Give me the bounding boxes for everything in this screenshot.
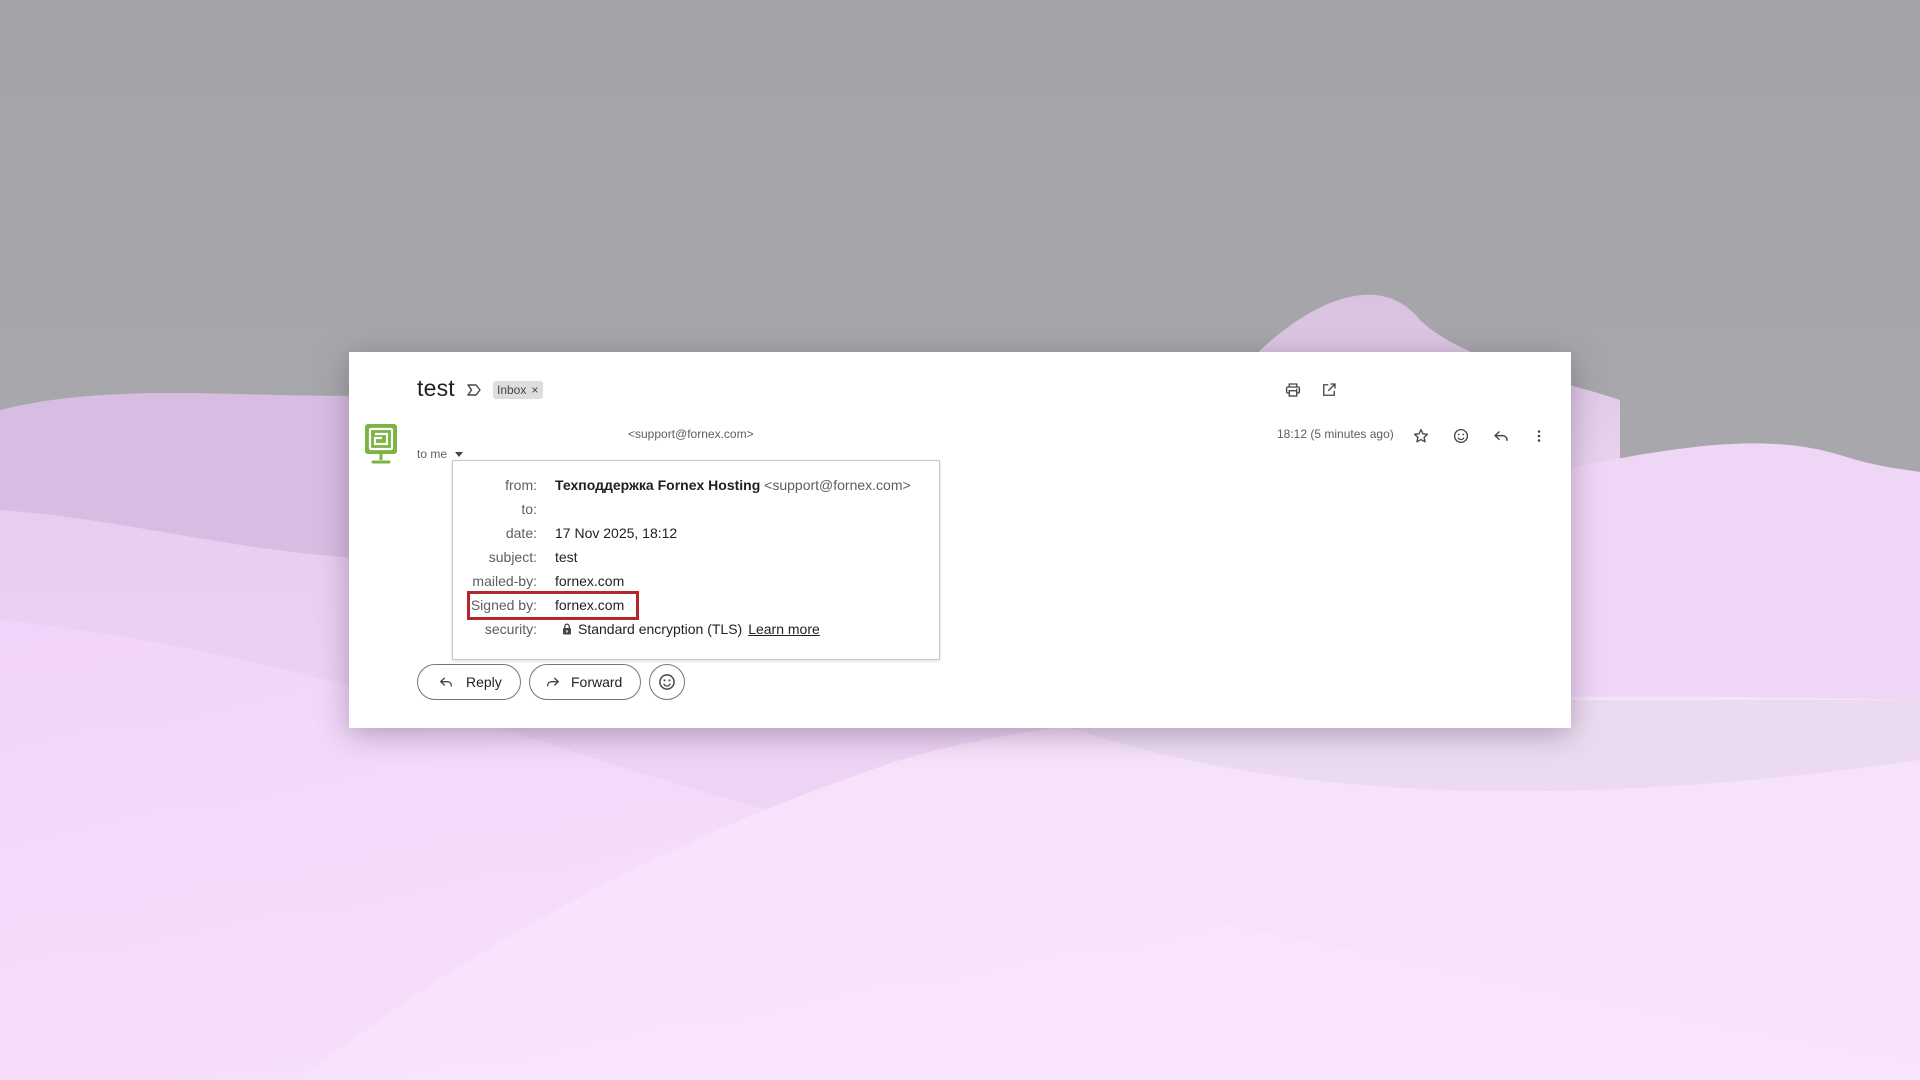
emoji-icon <box>1453 428 1469 444</box>
details-row-to: to: <box>453 499 939 519</box>
emoji-icon <box>659 674 675 690</box>
reply-button[interactable]: Reply <box>417 664 521 700</box>
signed-by-highlight-box <box>467 591 639 620</box>
remove-label-icon[interactable]: × <box>531 381 538 399</box>
open-in-new-window-icon <box>1323 383 1336 396</box>
from-label: from: <box>505 477 537 493</box>
email-message-panel: test Inbox × <support@fornex.com> to me … <box>349 352 1571 728</box>
details-row-security: security: Standard encryption (TLS) Lear… <box>453 619 939 639</box>
star-button[interactable] <box>1407 422 1435 450</box>
details-row-mailed-by: mailed-by: fornex.com <box>453 571 939 591</box>
mailed-by-value: fornex.com <box>555 573 625 589</box>
add-reaction-button[interactable] <box>1447 422 1475 450</box>
date-label: date: <box>505 525 537 541</box>
reply-icon <box>440 677 452 687</box>
sender-email-address: <support@fornex.com> <box>628 427 754 441</box>
subject-value: test <box>555 549 578 565</box>
details-row-from: from: Техподдержка Fornex Hosting <suppo… <box>453 475 939 495</box>
more-vertical-icon <box>1537 430 1541 442</box>
reply-icon-button[interactable] <box>1487 422 1515 450</box>
importance-marker-icon[interactable] <box>466 382 482 398</box>
from-name: Техподдержка Fornex Hosting <box>555 477 761 493</box>
more-options-button[interactable] <box>1525 422 1553 450</box>
from-email: <support@fornex.com> <box>764 477 911 493</box>
emoji-reaction-button[interactable] <box>649 664 685 700</box>
print-icon <box>1285 383 1301 397</box>
email-subject-title: test <box>417 375 455 401</box>
date-value: 17 Nov 2025, 18:12 <box>555 525 678 541</box>
from-value: Техподдержка Fornex Hosting <support@for… <box>555 475 911 495</box>
forward-icon <box>547 677 559 687</box>
print-button[interactable] <box>1279 376 1307 404</box>
message-timestamp: 18:12 (5 minutes ago) <box>1277 427 1394 441</box>
sender-avatar[interactable] <box>363 422 399 464</box>
chevron-down-icon <box>455 451 464 457</box>
recipient-summary: to me <box>417 447 448 461</box>
star-icon <box>1413 428 1429 443</box>
reply-button-label: Reply <box>466 674 502 690</box>
security-label: security: <box>484 621 537 637</box>
inbox-label-chip: Inbox × <box>493 381 544 399</box>
forward-button-label: Forward <box>571 674 623 690</box>
learn-more-link[interactable]: Learn more <box>748 619 820 639</box>
to-label: to: <box>521 501 537 517</box>
inbox-label-text: Inbox <box>497 383 527 397</box>
details-row-subject: subject: test <box>453 547 939 567</box>
forward-button[interactable]: Forward <box>529 664 641 700</box>
lock-icon <box>563 623 571 635</box>
details-row-date: date: 17 Nov 2025, 18:12 <box>453 523 939 543</box>
subject-label: subject: <box>488 549 537 565</box>
open-in-new-window-button[interactable] <box>1315 376 1343 404</box>
mailed-by-label: mailed-by: <box>472 573 537 589</box>
reply-icon <box>1494 430 1508 441</box>
security-value: Standard encryption (TLS) <box>578 621 743 637</box>
recipient-details-toggle[interactable]: to me <box>417 447 464 461</box>
security-value-group: Standard encryption (TLS) Learn more <box>562 619 820 639</box>
message-details-popup: from: Техподдержка Fornex Hosting <suppo… <box>452 460 940 660</box>
